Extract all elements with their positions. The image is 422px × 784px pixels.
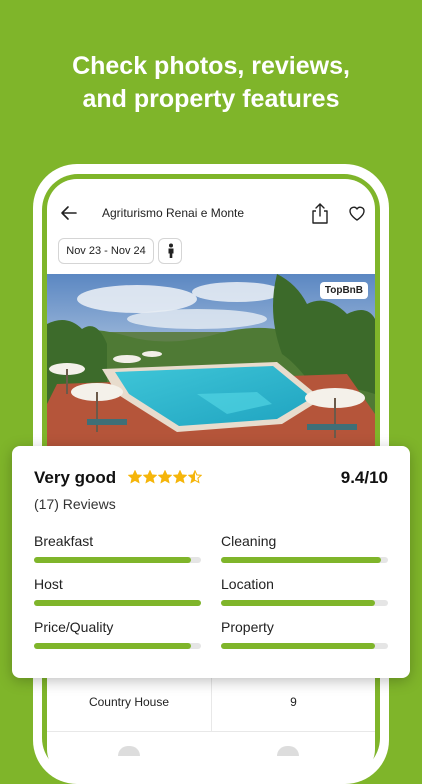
- criterion-host: Host: [34, 576, 201, 606]
- property-title: Agriturismo Renai e Monte: [102, 206, 245, 220]
- criterion-bar: [34, 557, 201, 563]
- criterion-property: Property: [221, 619, 388, 649]
- criterion-label: Host: [34, 576, 63, 592]
- criterion-bar-fill: [221, 557, 382, 563]
- date-range-label: Nov 23 - Nov 24: [66, 245, 146, 257]
- criterion-bar: [34, 643, 201, 649]
- criterion-bar-fill: [221, 600, 375, 606]
- heart-icon[interactable]: [347, 203, 367, 223]
- share-icon[interactable]: [311, 202, 329, 224]
- promo-headline: Check photos, reviews, and property feat…: [0, 50, 422, 116]
- rating-score: 9.4/10: [340, 468, 388, 487]
- criterion-label: Location: [221, 576, 274, 592]
- property-value: 9: [290, 695, 297, 709]
- guests-button[interactable]: [158, 238, 182, 264]
- criterion-bar-fill: [34, 600, 201, 606]
- date-range-button[interactable]: Nov 23 - Nov 24: [58, 238, 154, 264]
- criterion-bar-fill: [221, 643, 375, 649]
- criterion-breakfast: Breakfast: [34, 533, 201, 563]
- criterion-cleaning: Cleaning: [221, 533, 388, 563]
- criterion-label: Cleaning: [221, 533, 277, 549]
- criterion-bar: [34, 600, 201, 606]
- star-rating: [128, 470, 203, 486]
- criterion-location: Location: [221, 576, 388, 606]
- nav-bar: Agriturismo Renai e Monte: [47, 197, 375, 231]
- criterion-bar-fill: [34, 557, 191, 563]
- star-full-icon: [173, 470, 187, 484]
- rating-verdict: Very good: [34, 468, 117, 487]
- criterion-bar: [221, 600, 388, 606]
- topbnb-badge: TopBnB: [319, 282, 368, 299]
- back-arrow-icon[interactable]: [59, 203, 79, 223]
- headline-line-2: and property features: [82, 85, 340, 113]
- criterion-label: Price/Quality: [34, 619, 114, 635]
- star-half-icon: [188, 470, 202, 484]
- criterion-label: Breakfast: [34, 533, 94, 549]
- star-full-icon: [128, 470, 142, 484]
- property-details-row: Country House 9: [47, 676, 375, 732]
- reviews-count-link[interactable]: (17) Reviews: [34, 496, 116, 512]
- criterion-label: Property: [221, 619, 274, 635]
- feature-icon: [118, 746, 140, 756]
- feature-icon: [277, 746, 299, 756]
- property-type: Country House: [88, 695, 170, 709]
- criterion-bar-fill: [34, 643, 191, 649]
- headline-line-1: Check photos, reviews,: [72, 52, 350, 80]
- star-full-icon: [143, 470, 157, 484]
- property-photo[interactable]: [47, 274, 375, 446]
- criterion-bar: [221, 557, 388, 563]
- person-icon: [168, 243, 174, 258]
- criterion-price-quality: Price/Quality: [34, 619, 201, 649]
- criterion-bar: [221, 643, 388, 649]
- star-full-icon: [158, 470, 172, 484]
- rating-card: Very good 9.4/10 (17) Reviews Breakfast …: [12, 446, 410, 678]
